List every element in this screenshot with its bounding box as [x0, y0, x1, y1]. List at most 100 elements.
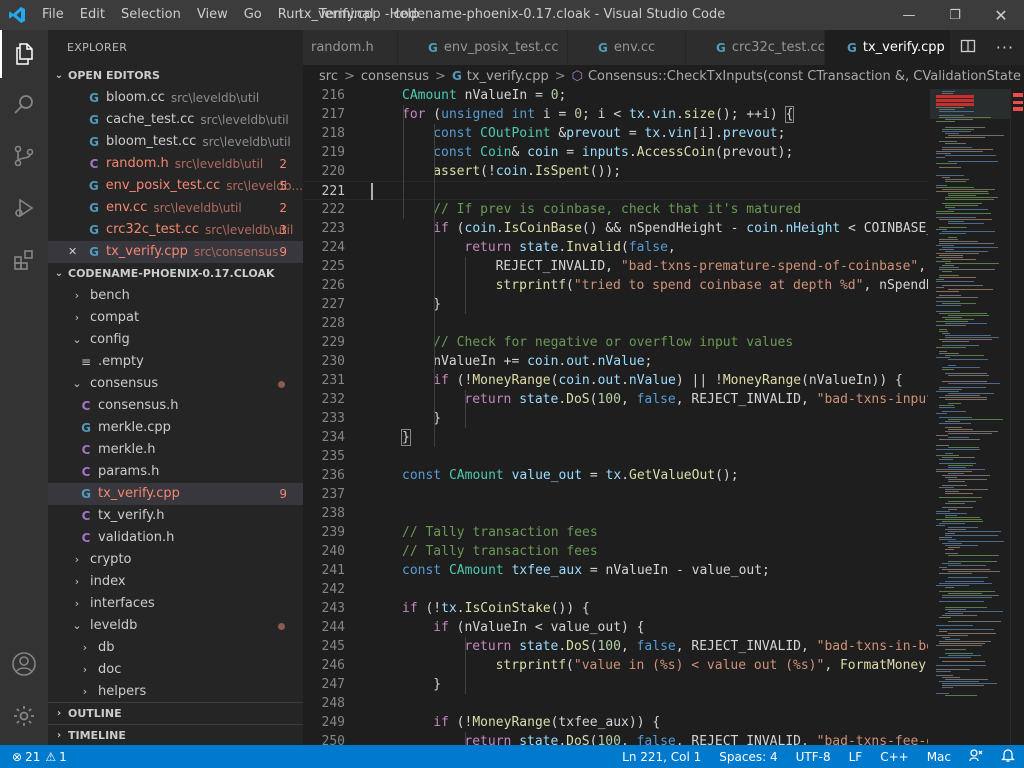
minimize-button[interactable]: — — [886, 0, 932, 30]
language-mode[interactable]: C++ — [871, 750, 918, 764]
chevron-down-icon: ⌄ — [72, 619, 82, 632]
menu-selection[interactable]: Selection — [113, 0, 189, 30]
code-token: coin — [495, 164, 528, 179]
problems-indicator[interactable]: ⊗ 21 ⚠ 1 — [0, 750, 67, 764]
tree-folder[interactable]: › crypto — [48, 549, 303, 571]
more-actions-icon[interactable]: ··· — [996, 38, 1014, 57]
tree-folder[interactable]: › doc — [48, 659, 303, 681]
run-debug-icon[interactable] — [0, 184, 48, 232]
timeline-section[interactable]: › TIMELINE — [48, 724, 303, 745]
maximize-button[interactable]: ❐ — [932, 0, 978, 30]
menu-file[interactable]: File — [34, 0, 72, 30]
tree-folder[interactable]: › index — [48, 571, 303, 593]
open-editor-item[interactable]: Gbloom_test.cc src\leveldb\util — [48, 131, 303, 153]
close-window-button[interactable]: ✕ — [978, 0, 1024, 30]
minimap-line — [936, 585, 969, 586]
editor-tab[interactable]: Gtx_verify.cpp✕ — [825, 30, 964, 65]
tree-file[interactable]: Cparams.h — [48, 461, 303, 483]
tree-folder[interactable]: › helpers — [48, 681, 303, 703]
open-editor-item[interactable]: Gbloom.cc src\leveldb\util — [48, 87, 303, 109]
open-editor-item[interactable]: Gcache_test.cc src\leveldb\util — [48, 109, 303, 131]
tree-folder[interactable]: ⌄ consensus — [48, 373, 303, 395]
timeline-title: TIMELINE — [68, 729, 126, 742]
tree-folder[interactable]: ⌄ leveldb — [48, 615, 303, 637]
menu-terminal[interactable]: Terminal — [311, 0, 382, 30]
end-of-line[interactable]: LF — [840, 750, 872, 764]
chevron-right-icon: › — [74, 553, 80, 566]
code-line: 239 // Tally transaction fees — [303, 523, 928, 542]
source-control-icon[interactable] — [0, 132, 48, 180]
extensions-icon[interactable] — [0, 236, 48, 284]
close-editor-icon[interactable]: ✕ — [68, 241, 82, 263]
tree-folder[interactable]: › compat — [48, 307, 303, 329]
vertical-scrollbar[interactable] — [1010, 87, 1024, 745]
account-icon[interactable] — [0, 640, 48, 688]
tree-folder[interactable]: › interfaces — [48, 593, 303, 615]
breadcrumb-src[interactable]: src — [319, 69, 338, 84]
editor-tab[interactable]: Genv_posix_test.cc — [398, 30, 568, 65]
feedback-icon[interactable] — [960, 748, 992, 765]
code-token: = — [558, 145, 582, 160]
open-editor-item[interactable]: Crandom.h src\leveldb\util 2 — [48, 153, 303, 175]
menu-help[interactable]: Help — [382, 0, 428, 30]
chevron-right-icon: › — [74, 289, 80, 302]
tree-file[interactable]: Cmerkle.h — [48, 439, 303, 461]
code-line: 223 if (coin.IsCoinBase() && nSpendHeight… — [303, 219, 928, 238]
editor-tab[interactable]: Genv.cc — [568, 30, 686, 65]
open-editor-item[interactable]: Genv_posix_test.cc src\leveldb... 5 — [48, 175, 303, 197]
outline-section[interactable]: › OUTLINE — [48, 702, 303, 725]
tree-folder[interactable]: › db — [48, 637, 303, 659]
menu-edit[interactable]: Edit — [72, 0, 113, 30]
minimap-line — [936, 291, 959, 292]
breadcrumb-symbol[interactable]: Consensus::CheckTxInputs(const CTransact… — [588, 69, 1024, 84]
tree-file[interactable]: Ctx_verify.h — [48, 505, 303, 527]
minimap[interactable] — [930, 87, 1010, 745]
minimap-error-highlight — [936, 95, 974, 98]
tree-file[interactable]: ≡ .empty — [48, 351, 303, 373]
menu-run[interactable]: Run — [270, 0, 311, 30]
encoding[interactable]: UTF-8 — [787, 750, 840, 764]
code-token: FormatMoney — [839, 658, 927, 673]
search-icon[interactable] — [0, 80, 48, 128]
breadcrumb-file[interactable]: tx_verify.cpp — [467, 69, 549, 84]
breadcrumb-consensus[interactable]: consensus — [361, 69, 429, 84]
platform-config[interactable]: Mac — [918, 750, 960, 764]
code-token: prevout — [722, 126, 778, 141]
tree-file[interactable]: Cconsensus.h — [48, 395, 303, 417]
tree-folder[interactable]: › bench — [48, 285, 303, 307]
manage-gear-icon[interactable] — [0, 692, 48, 740]
tree-file[interactable]: Gtx_verify.cpp 9 — [48, 483, 303, 505]
editor-tab[interactable]: random.h — [303, 30, 398, 65]
open-editor-item[interactable]: Genv.cc src\leveldb\util 2 — [48, 197, 303, 219]
code-editor[interactable]: 216 CAmount nValueIn = 0; 217 for (unsigned… — [303, 87, 928, 745]
explorer-icon[interactable] — [0, 30, 48, 78]
cursor-position[interactable]: Ln 221, Col 1 — [613, 750, 710, 764]
minimap-line — [936, 449, 980, 450]
notifications-bell-icon[interactable] — [992, 748, 1024, 765]
minimap-line — [948, 527, 978, 528]
menu-go[interactable]: Go — [236, 0, 270, 30]
code-token: . — [558, 240, 567, 255]
indent-guide — [465, 257, 466, 314]
code-token: out — [566, 354, 590, 369]
tree-file[interactable]: Cvalidation.h — [48, 527, 303, 549]
open-editors-header[interactable]: ⌄ OPEN EDITORS — [48, 65, 303, 87]
code-token: Coin — [480, 145, 512, 160]
open-editor-item[interactable]: ✕ Gtx_verify.cpp src\consensus 9 — [48, 241, 303, 263]
tree-file[interactable]: Gmerkle.cpp — [48, 417, 303, 439]
code-text: return state.Invalid(false, — [464, 238, 675, 257]
menu-view[interactable]: View — [189, 0, 236, 30]
minimap-line — [936, 163, 957, 164]
indentation[interactable]: Spaces: 4 — [710, 750, 786, 764]
editor-tab[interactable]: Gcrc32c_test.cc — [686, 30, 825, 65]
code-token: "value in (%s) < value out (%s)" — [573, 658, 825, 673]
problem-count-badge: 2 — [279, 201, 287, 215]
project-folder-header[interactable]: ⌄ CODENAME-PHOENIX-0.17.CLOAK — [48, 263, 303, 285]
open-editor-item[interactable]: Gcrc32c_test.cc src\leveldb\util 3 — [48, 219, 303, 241]
minimap-line — [948, 481, 965, 482]
split-editor-icon[interactable] — [960, 38, 976, 58]
file-path: src\consensus — [193, 245, 279, 259]
tree-folder[interactable]: ⌄ config — [48, 329, 303, 351]
error-count: 21 — [25, 749, 41, 764]
minimap-line — [942, 259, 976, 260]
